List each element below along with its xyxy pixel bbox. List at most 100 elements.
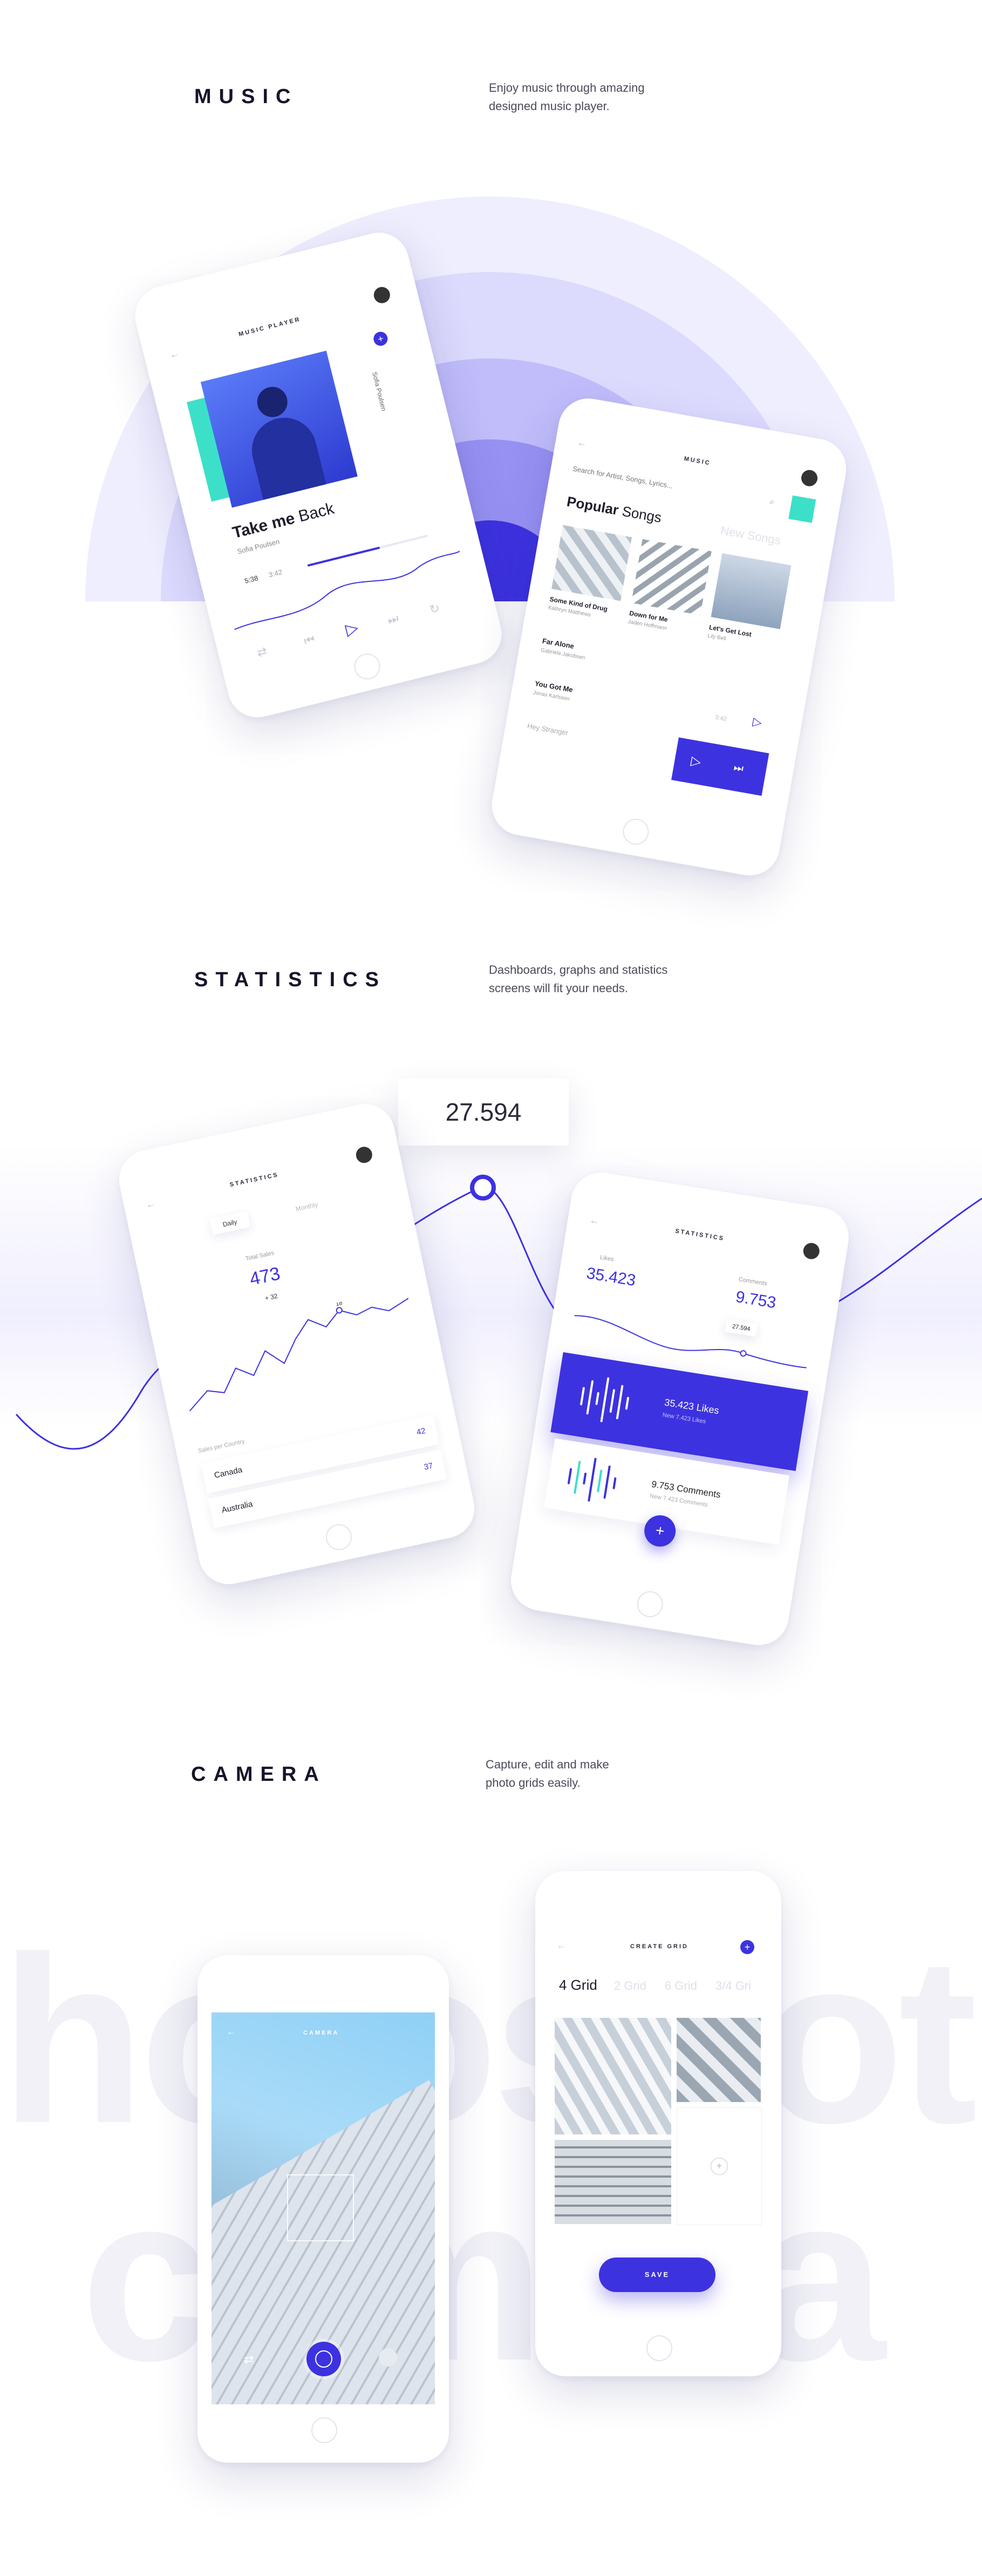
camera-section-title: CAMERA — [191, 1763, 326, 1786]
album-art-figure-head — [254, 383, 291, 421]
sales-country-label: Sales per Country — [197, 1438, 246, 1455]
music-section-title: MUSIC — [194, 85, 298, 108]
shutter-button[interactable] — [306, 2342, 341, 2376]
library-header: MUSIC — [683, 455, 712, 467]
back-arrow-icon[interactable]: ← — [576, 437, 588, 450]
now-playing-bar[interactable]: ▷ ⏭ — [671, 737, 769, 796]
add-photo-icon[interactable]: + — [711, 2158, 728, 2175]
grid-cell-2[interactable] — [677, 2018, 761, 2102]
chart-peak-label: 18 — [335, 1300, 343, 1307]
comments-waveform-icon — [567, 1458, 617, 1502]
likes-waveform-icon — [580, 1377, 629, 1422]
search-icon[interactable]: ⌕ — [769, 497, 775, 507]
comments-label: Comments — [738, 1276, 768, 1287]
tab-popular-songs-label: Songs — [620, 503, 663, 526]
side-artist-label: Sofia Poulsen — [371, 371, 388, 412]
total-sales-value: 473 — [248, 1263, 282, 1290]
tab-monthly[interactable]: Monthly — [295, 1201, 319, 1212]
tab-popular-bold: Popular — [565, 493, 624, 519]
avatar[interactable] — [800, 469, 819, 488]
list-item-time: 3:42 — [714, 714, 727, 723]
avatar[interactable] — [372, 285, 392, 305]
home-button — [311, 2417, 337, 2443]
shutter-ring-icon — [315, 2350, 332, 2368]
add-button[interactable]: + — [740, 1940, 754, 1954]
play-icon[interactable]: ▷ — [690, 753, 702, 770]
song-title: Take me Back — [230, 499, 336, 543]
tab-daily[interactable]: Daily — [209, 1211, 250, 1235]
country-value: 42 — [415, 1426, 427, 1438]
card-artist-3: Lily Bell — [707, 633, 727, 642]
tab-4-grid[interactable]: 4 Grid — [559, 1977, 597, 1994]
tab-2-grid[interactable]: 2 Grid — [614, 1979, 646, 1993]
save-button[interactable]: SAVE — [599, 2258, 715, 2292]
tab-popular-songs[interactable]: Popular Songs — [565, 493, 663, 526]
list-item-artist: Gabriela Jakobsen — [540, 647, 586, 661]
add-button[interactable]: + — [372, 330, 390, 348]
stats-tooltip-card: 27.594 — [398, 1079, 569, 1145]
song-title-accent: Back — [296, 499, 336, 526]
player-header: MUSIC PLAYER — [238, 316, 302, 338]
next-icon[interactable]: ⏭ — [733, 762, 745, 776]
tab-new-songs[interactable]: New Songs — [719, 524, 782, 548]
time-now: 5:38 — [243, 573, 259, 585]
back-arrow-icon[interactable]: ← — [168, 348, 181, 361]
stats-tooltip-value: 27.594 — [445, 1098, 522, 1126]
country-name: Canada — [213, 1465, 243, 1480]
likes-value: 35.423 — [585, 1264, 637, 1290]
grid-cell-1[interactable] — [555, 2018, 671, 2134]
repeat-icon[interactable]: ↻ — [428, 601, 441, 617]
country-value: 37 — [423, 1461, 434, 1472]
list-item-title[interactable]: Hey Stranger — [527, 722, 569, 737]
tab-3-4-grid[interactable]: 3/4 Gri — [715, 1979, 751, 1993]
back-arrow-icon[interactable]: ← — [227, 2028, 235, 2037]
stats1-header: STATISTICS — [229, 1171, 279, 1189]
play-icon[interactable]: ▷ — [344, 618, 360, 640]
camera-phone: ← CAMERA ⇄ — [197, 1955, 449, 2463]
home-button — [646, 2335, 672, 2361]
album-art-figure-body — [245, 411, 326, 500]
grid-header: CREATE GRID — [630, 1943, 688, 1950]
stats2-header: STATISTICS — [674, 1228, 725, 1243]
country-name: Australia — [221, 1499, 254, 1515]
card-image-3[interactable] — [711, 553, 792, 629]
search-input[interactable]: Search for Artist, Songs, Lyrics... — [572, 464, 673, 490]
next-icon[interactable]: ⏭ — [386, 611, 400, 627]
create-grid-phone: ← CREATE GRID + 4 Grid 2 Grid 6 Grid 3/4… — [535, 1871, 781, 2376]
music-section-desc: Enjoy music through amazing designed mus… — [489, 81, 645, 113]
statistics-section-desc: Dashboards, graphs and statistics screen… — [489, 963, 668, 995]
focus-frame — [287, 2174, 354, 2241]
gallery-thumbnail[interactable] — [379, 2348, 397, 2367]
page: { "sections": { "music": {"title":"MUSIC… — [0, 0, 982, 2576]
comments-value: 9.753 — [734, 1287, 778, 1312]
back-arrow-icon[interactable]: ← — [145, 1198, 156, 1211]
tab-6-grid[interactable]: 6 Grid — [665, 1979, 697, 1993]
home-button — [323, 1522, 354, 1553]
avatar[interactable] — [802, 1242, 821, 1260]
statistics-section-title: STATISTICS — [194, 968, 387, 991]
camera-viewfinder[interactable]: ← CAMERA ⇄ — [212, 2012, 435, 2404]
back-arrow-icon[interactable]: ← — [557, 1941, 565, 1951]
camera-header: CAMERA — [303, 2030, 339, 2036]
likes-label: Likes — [599, 1254, 615, 1263]
play-icon[interactable]: ▷ — [752, 715, 763, 730]
shuffle-icon[interactable]: ⇄ — [255, 644, 268, 660]
grid-cell-empty[interactable]: + — [677, 2107, 762, 2225]
grid-cell-3[interactable] — [555, 2140, 671, 2224]
song-title-main: Take me — [230, 508, 301, 543]
wave-peak-marker[interactable] — [470, 1175, 496, 1201]
home-button — [620, 816, 651, 847]
avatar[interactable] — [354, 1145, 374, 1165]
total-sales-label: Total Sales — [244, 1250, 275, 1263]
sales-line-chart: 18 — [189, 1298, 409, 1412]
previous-icon[interactable]: ⏮ — [303, 632, 317, 648]
home-button — [351, 650, 383, 682]
bg-text-line-1: hotoshot — [0, 1908, 978, 2173]
time-total: 3:42 — [268, 567, 283, 579]
card-image-2[interactable] — [631, 539, 712, 615]
card-image-1[interactable] — [551, 525, 632, 601]
back-arrow-icon[interactable]: ← — [589, 1215, 600, 1228]
home-button — [635, 1589, 665, 1619]
camera-section-desc: Capture, edit and make photo grids easil… — [486, 1758, 609, 1789]
switch-camera-icon[interactable]: ⇄ — [244, 2353, 254, 2367]
